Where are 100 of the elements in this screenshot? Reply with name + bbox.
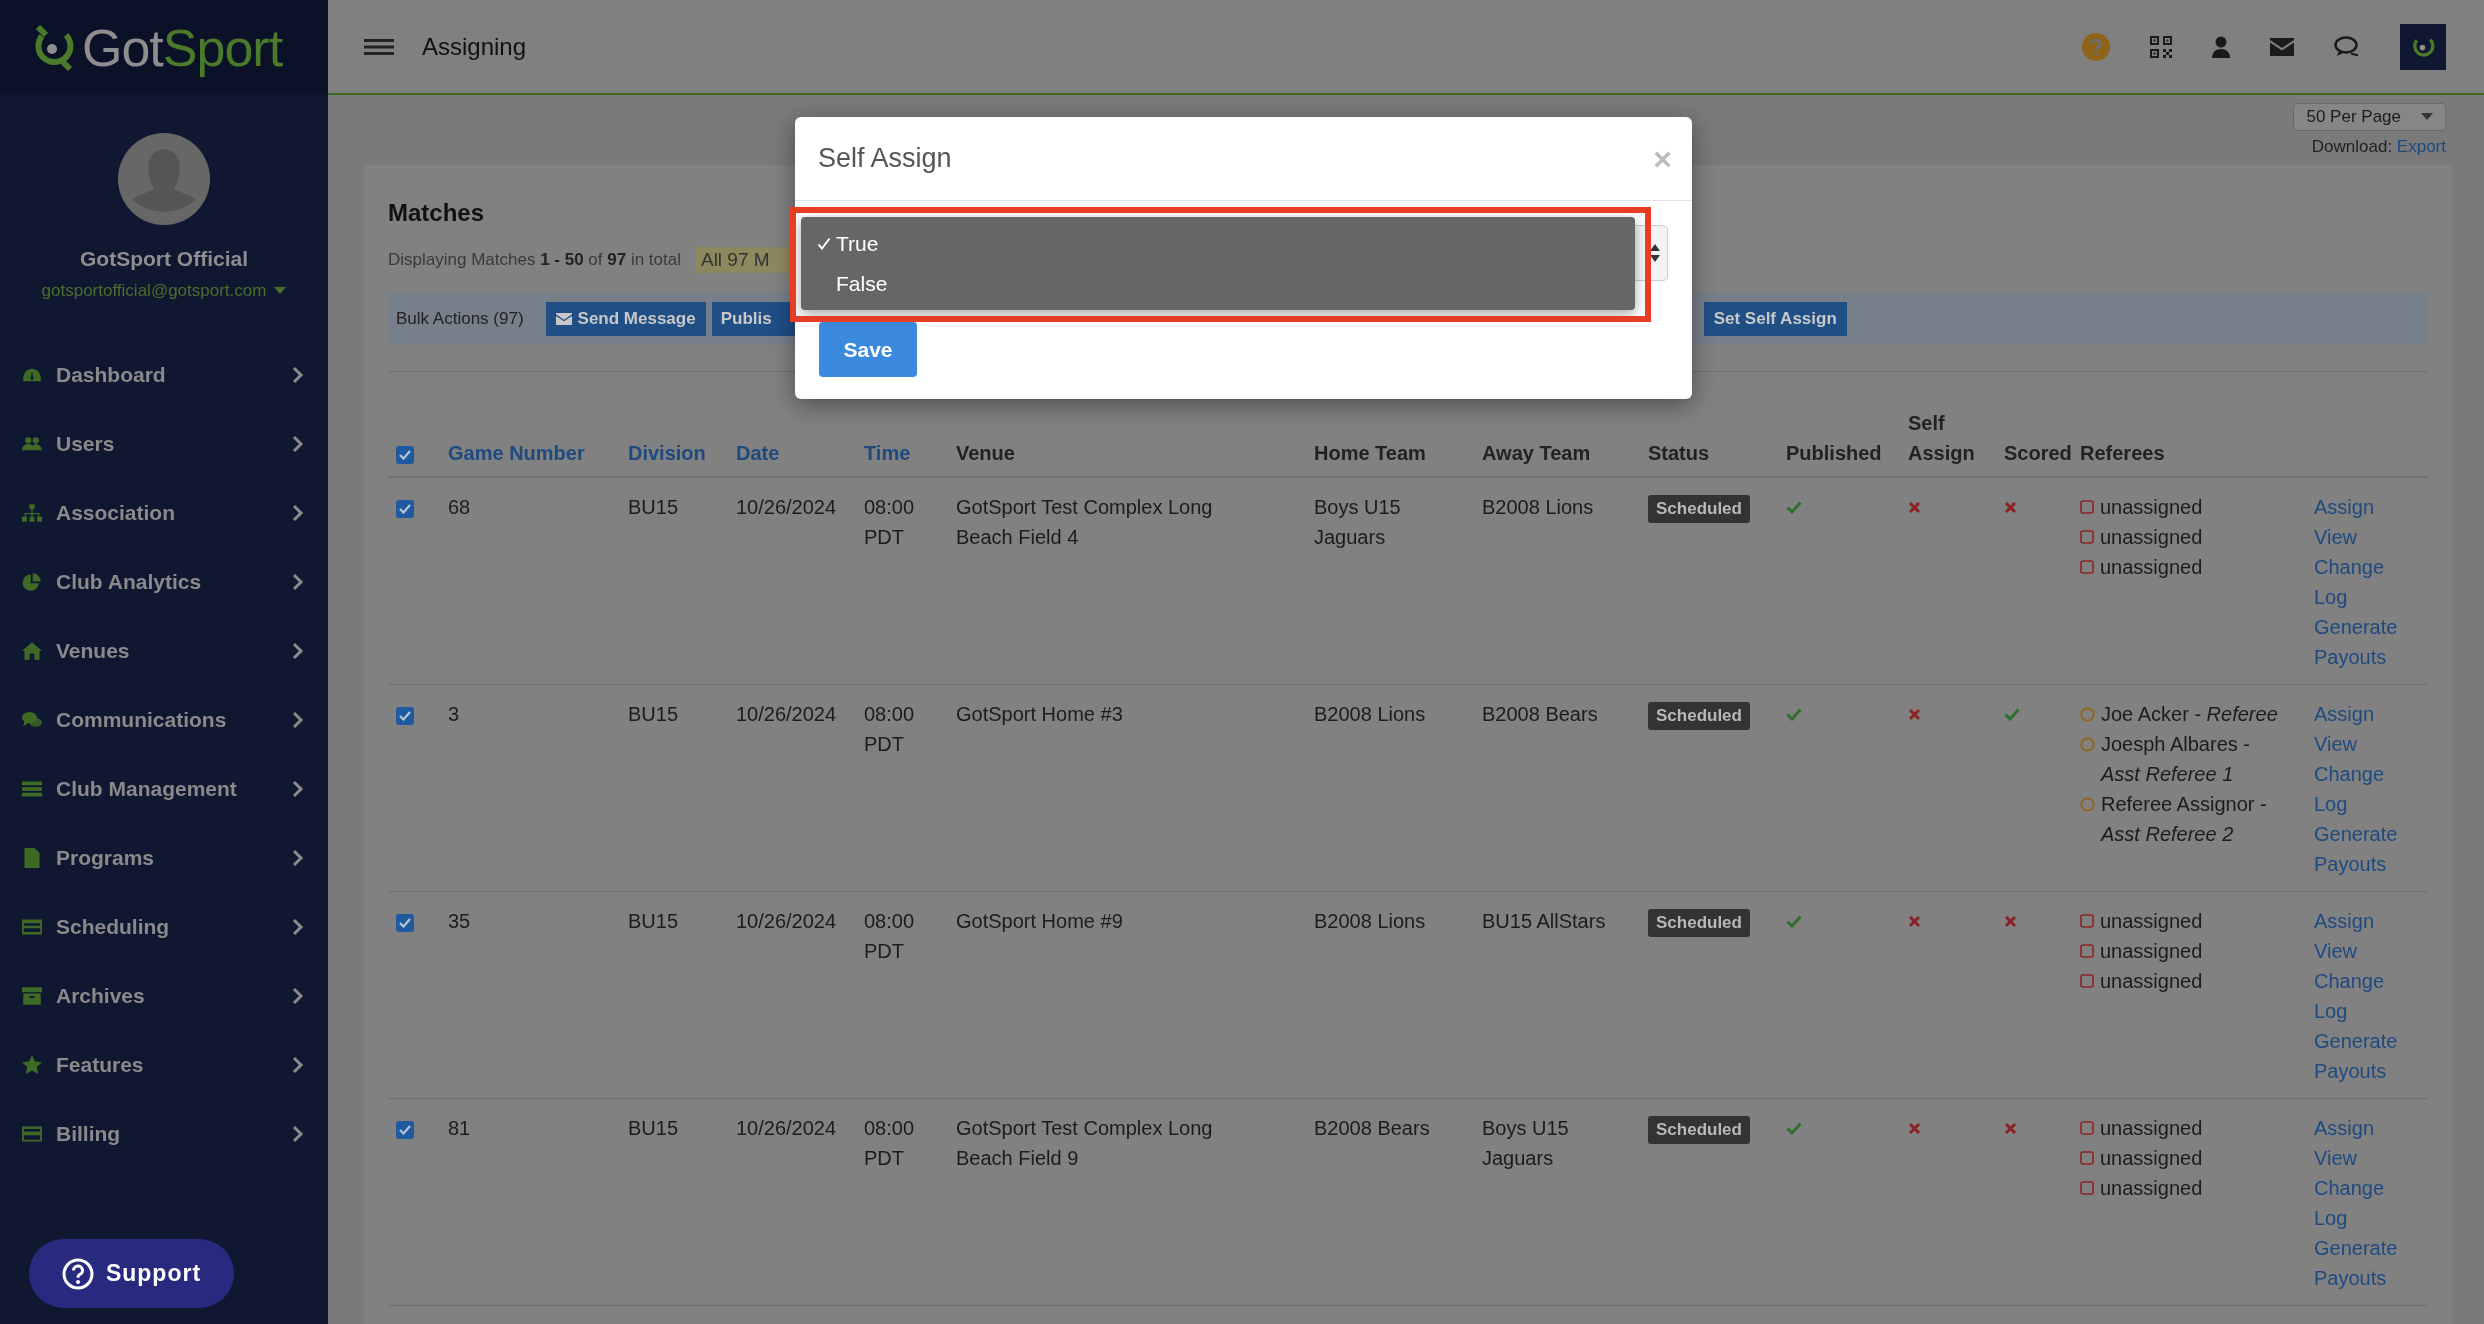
user-email[interactable]: gotsportofficial@gotsport.com: [41, 281, 287, 301]
status-badge: Scheduled: [1648, 702, 1750, 730]
column-header: Home Team: [1306, 408, 1474, 477]
bulk-actions-label: Bulk Actions (97): [396, 309, 524, 329]
column-header: Self Assign: [1900, 408, 1996, 477]
export-link[interactable]: Export: [2396, 137, 2446, 156]
house-icon: [22, 640, 42, 661]
date-text: 10/26/2024: [736, 495, 838, 520]
action-link[interactable]: Assign: [2314, 492, 2375, 522]
time-text: 08:00 PDT: [864, 495, 916, 550]
user-name: GotSport Official: [80, 247, 248, 271]
sidebar-item[interactable]: Communications: [0, 685, 328, 754]
circle-icon: [2080, 707, 2095, 722]
sidebar-item[interactable]: Dashboard: [0, 340, 328, 409]
sort-column-header[interactable]: Time: [856, 408, 948, 477]
date-text: 10/26/2024: [736, 909, 838, 934]
square-icon: [2080, 500, 2094, 514]
chat-icon[interactable]: [2334, 35, 2360, 58]
action-link[interactable]: Generate Payouts: [2314, 1233, 2398, 1293]
action-link[interactable]: Assign: [2314, 699, 2375, 729]
archive-icon: [22, 985, 42, 1006]
sort-column-header[interactable]: Date: [728, 408, 856, 477]
envelope-icon: [555, 313, 572, 325]
team-name: Boys U15 Jaguars: [1482, 1116, 1570, 1171]
action-link[interactable]: View: [2314, 936, 2357, 966]
action-link[interactable]: Change Log: [2314, 1173, 2385, 1233]
sidebar-item[interactable]: Association: [0, 478, 328, 547]
referee-text: unassigned: [2100, 909, 2203, 934]
circle-icon: [2080, 737, 2095, 752]
status-badge: Scheduled: [1648, 909, 1750, 937]
download-label: Download:: [2311, 137, 2393, 156]
division-text: BU15: [628, 909, 680, 934]
caret-icon: [274, 287, 287, 295]
chevron-icon: [292, 1124, 304, 1143]
bulk-action-button[interactable]: Send Message: [545, 302, 706, 336]
checkbox[interactable]: [396, 445, 414, 464]
square-icon: [2080, 974, 2094, 988]
division-text: BU15: [628, 702, 680, 727]
referee-text: Referee Assignor - Asst Referee 2: [2101, 792, 2268, 847]
venue-text: GotSport Test Complex Long Beach Field 9: [956, 1116, 1214, 1171]
action-link[interactable]: Generate Payouts: [2314, 1026, 2398, 1086]
sidebar-item[interactable]: Archives: [0, 961, 328, 1030]
matches-summary: Displaying Matches 1 - 50 of 97 in total: [388, 250, 681, 270]
square-icon: [2080, 1181, 2094, 1195]
action-link[interactable]: View: [2314, 729, 2357, 759]
avatar-icon: [118, 133, 210, 225]
sort-column-header[interactable]: Game Number: [440, 408, 620, 477]
qr-code-icon[interactable]: [2150, 35, 2172, 58]
referee-text: unassigned: [2100, 939, 2203, 964]
team-name: B2008 Lions: [1482, 495, 1595, 520]
checkbox[interactable]: [396, 913, 414, 932]
dropdown-option[interactable]: False: [801, 267, 1635, 300]
chevron-icon: [292, 434, 304, 453]
sidebar-item[interactable]: Programs: [0, 823, 328, 892]
sort-column-header[interactable]: Division: [620, 408, 728, 477]
team-name: Boys U15 Jaguars: [1314, 495, 1402, 550]
referee-text: unassigned: [2100, 1176, 2203, 1201]
date-text: 10/26/2024: [736, 1116, 838, 1141]
modal-title: Self Assign: [818, 143, 953, 174]
referee-text: unassigned: [2100, 1116, 2203, 1141]
action-link[interactable]: Assign: [2314, 906, 2375, 936]
sidebar-item[interactable]: Users: [0, 409, 328, 478]
dropdown-option[interactable]: True: [801, 227, 1635, 260]
column-header: Away Team: [1474, 408, 1640, 477]
sidebar-item[interactable]: Venues: [0, 616, 328, 685]
action-link[interactable]: Change Log: [2314, 759, 2385, 819]
division-text: BU15: [628, 1116, 680, 1141]
close-button[interactable]: ×: [1653, 142, 1672, 175]
game-number: 3: [448, 702, 461, 727]
checkbox[interactable]: [396, 499, 414, 518]
action-link[interactable]: Change Log: [2314, 966, 2385, 1026]
checkbox[interactable]: [396, 706, 414, 725]
venue-text: GotSport Home #9: [956, 909, 1124, 934]
action-link[interactable]: Assign: [2314, 1113, 2375, 1143]
app-logo-button[interactable]: [2400, 23, 2446, 70]
sidebar-item[interactable]: Billing: [0, 1099, 328, 1168]
section-title: Matches: [388, 199, 486, 227]
action-link[interactable]: Generate Payouts: [2314, 612, 2398, 672]
referee-text: unassigned: [2100, 525, 2203, 550]
sidebar-item[interactable]: Club Analytics: [0, 547, 328, 616]
spinner-arrows-icon: [1649, 242, 1661, 264]
chevron-icon: [292, 848, 304, 867]
support-button[interactable]: Support: [29, 1239, 234, 1308]
action-link[interactable]: View: [2314, 1143, 2357, 1173]
menu-icon[interactable]: [364, 36, 394, 57]
action-link[interactable]: Change Log: [2314, 552, 2385, 612]
sidebar-item[interactable]: Features: [0, 1030, 328, 1099]
user-icon[interactable]: [2212, 35, 2230, 58]
sidebar-item[interactable]: Scheduling: [0, 892, 328, 961]
checkbox[interactable]: [396, 1120, 414, 1139]
action-link[interactable]: View: [2314, 522, 2357, 552]
save-button[interactable]: Save: [819, 322, 917, 377]
team-name: BU15 AllStars: [1482, 909, 1607, 934]
action-link[interactable]: Generate Payouts: [2314, 819, 2398, 879]
bulk-action-button[interactable]: Set Self Assign: [1703, 302, 1847, 336]
column-header: Status: [1640, 408, 1778, 477]
envelope-icon[interactable]: [2270, 37, 2294, 56]
column-header: Venue: [948, 408, 1306, 477]
per-page-select[interactable]: 50 Per Page: [2293, 103, 2446, 131]
sidebar-item[interactable]: Club Management: [0, 754, 328, 823]
